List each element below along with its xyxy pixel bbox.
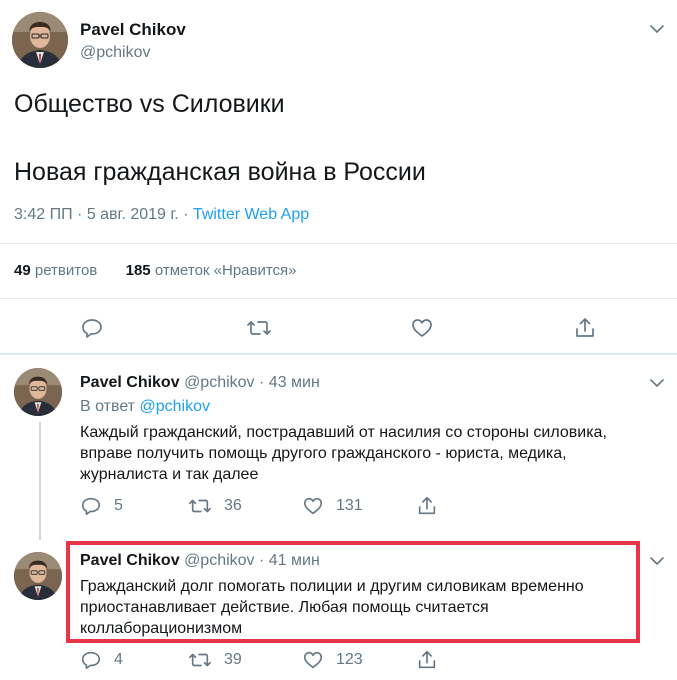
tweet-text-line: Каждый гражданский, пострадавший от наси…	[80, 424, 607, 441]
tweet-text-line: Новая гражданская война в России	[14, 158, 426, 186]
meta-separator: ·	[72, 206, 87, 223]
retweets-label[interactable]: ретвитов	[35, 262, 97, 279]
retweet-icon	[247, 321, 271, 335]
like-button[interactable]	[410, 316, 434, 340]
reply-count: 4	[114, 651, 123, 668]
reply-button[interactable]	[80, 316, 104, 340]
retweet-count: 39	[224, 651, 242, 668]
avatar[interactable]	[12, 12, 68, 68]
thread-line	[39, 422, 41, 540]
like-button[interactable]: 131	[302, 495, 363, 517]
author-name[interactable]: Pavel Chikov	[80, 20, 186, 40]
tweet-time[interactable]: 3:42 ПП	[14, 206, 73, 223]
share-icon	[418, 650, 436, 669]
reply-count: 5	[114, 497, 123, 514]
likes-count[interactable]: 185	[126, 262, 151, 279]
share-icon	[418, 496, 436, 515]
reply-icon	[81, 497, 101, 516]
share-button[interactable]	[416, 649, 438, 671]
author-name[interactable]: Pavel Chikov	[80, 374, 180, 391]
like-count: 131	[336, 497, 363, 514]
retweet-icon	[189, 499, 211, 513]
retweet-icon	[189, 653, 211, 667]
like-button[interactable]: 123	[302, 649, 363, 671]
retweet-button[interactable]: 36	[188, 495, 242, 517]
tweet-time[interactable]: 43 мин	[269, 374, 320, 391]
main-tweet: Pavel Chikov @pchikov Общество vs Силови…	[0, 0, 677, 353]
reply-button[interactable]: 5	[80, 495, 123, 517]
tweet-text-line: Общество vs Силовики	[14, 90, 285, 118]
like-icon	[303, 651, 323, 669]
reply-button[interactable]: 4	[80, 649, 123, 671]
like-icon	[303, 497, 323, 515]
chevron-down-icon[interactable]	[648, 374, 666, 392]
chevron-down-icon[interactable]	[648, 552, 666, 570]
tweet-meta: 3:42 ПП · 5 авг. 2019 г. · Twitter Web A…	[14, 206, 309, 224]
tweet-text-line: журналиста и так далее	[80, 466, 259, 483]
reply-to-label: В ответ	[80, 398, 136, 415]
tweet-stats: 49 ретвитов 185 отметок «Нравится»	[14, 262, 297, 279]
tweet-date[interactable]: 5 авг. 2019 г.	[87, 206, 179, 223]
avatar[interactable]	[14, 368, 62, 416]
retweet-button[interactable]: 39	[188, 649, 242, 671]
reply-text: Каждый гражданский, пострадавший от наси…	[80, 422, 607, 485]
likes-label[interactable]: отметок «Нравится»	[155, 262, 297, 279]
author-handle[interactable]: @pchikov	[184, 374, 255, 391]
share-button[interactable]	[416, 495, 438, 517]
divider	[0, 243, 677, 244]
chevron-down-icon[interactable]	[648, 20, 666, 38]
divider	[0, 298, 677, 299]
retweet-button[interactable]	[246, 316, 272, 340]
share-icon	[576, 318, 594, 337]
reply-header: Pavel Chikov @pchikov · 43 мин	[80, 374, 320, 391]
reply-to: В ответ @pchikov	[80, 398, 210, 416]
divider	[0, 353, 677, 355]
highlight-frame	[66, 541, 640, 643]
reply-icon	[81, 651, 101, 670]
like-count: 123	[336, 651, 363, 668]
reply-mention-link[interactable]: @pchikov	[139, 398, 210, 415]
reply-icon	[82, 319, 102, 338]
retweet-count: 36	[224, 497, 242, 514]
author-handle[interactable]: @pchikov	[80, 44, 151, 62]
tweet-text-line: вправе получить помощь другого гражданск…	[80, 445, 567, 462]
meta-separator: ·	[178, 206, 193, 223]
like-icon	[412, 319, 432, 337]
source-app-link[interactable]: Twitter Web App	[193, 206, 309, 223]
avatar[interactable]	[14, 552, 62, 600]
share-button[interactable]	[573, 316, 597, 340]
retweets-count[interactable]: 49	[14, 262, 31, 279]
